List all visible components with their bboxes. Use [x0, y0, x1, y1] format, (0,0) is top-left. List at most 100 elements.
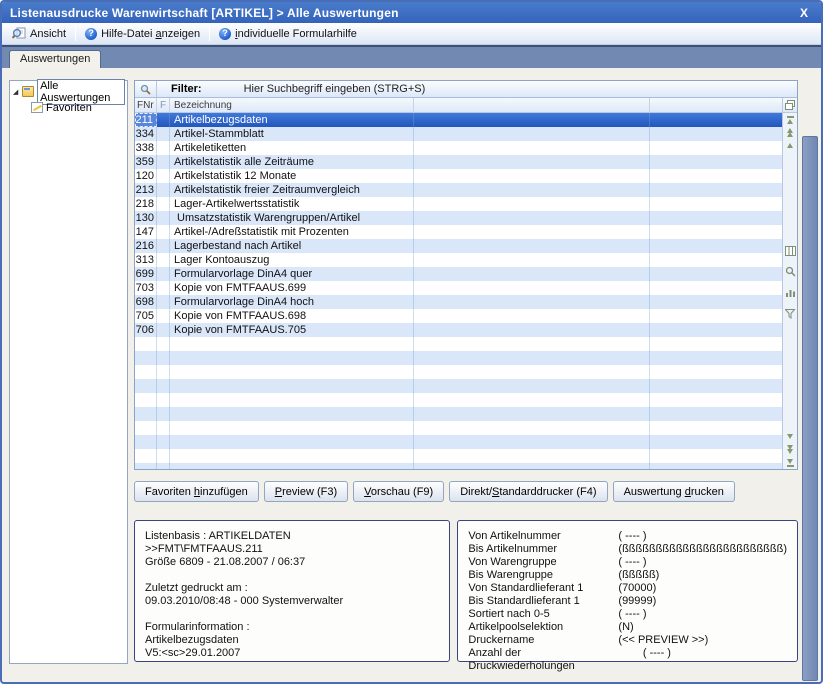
split-columns-button[interactable] [784, 244, 797, 257]
column-header-fnr[interactable]: FNr [135, 98, 157, 112]
folder-icon [22, 86, 34, 97]
view-magnifier-icon [12, 27, 26, 40]
scroll-down-button[interactable] [784, 430, 797, 443]
cell-fnr: 218 [135, 197, 157, 211]
ansicht-button[interactable]: Ansicht [6, 25, 72, 42]
parameter-label: Bis Warengruppe [468, 569, 618, 582]
auswertung-drucken-button[interactable]: Auswertung drucken [613, 481, 735, 502]
zoom-search-button[interactable] [784, 265, 797, 278]
vorschau-f9-button[interactable]: Vorschau (F9) [353, 481, 444, 502]
column-chooser-button[interactable] [783, 98, 797, 113]
cell-bezeichnung: Formularvorlage DinA4 hoch [170, 296, 414, 308]
grid-line [156, 113, 157, 469]
scroll-page-down-button[interactable] [784, 443, 797, 456]
grid-line [413, 113, 414, 469]
tree-item-label: Favoriten [46, 102, 92, 114]
cell-bezeichnung: Artikelstatistik alle Zeiträume [170, 156, 414, 168]
parameter-value: (70000) [618, 582, 787, 595]
cell-fnr: 698 [135, 295, 157, 309]
empty-rows-area [135, 337, 782, 469]
grid-line [649, 113, 650, 469]
parameter-value: ( ---- ) [618, 608, 787, 621]
table-row[interactable]: 334 Artikel-Stammblatt [135, 127, 782, 141]
tab-strip: Auswertungen [2, 47, 821, 68]
table-row[interactable]: 147 Artikel-/Adreßstatistik mit Prozenten [135, 225, 782, 239]
cell-bezeichnung: Kopie von FMTFAAUS.705 [170, 324, 414, 336]
tab-auswertungen[interactable]: Auswertungen [9, 50, 101, 68]
parameter-value: (N) [618, 621, 787, 634]
parameter-label: Sortiert nach 0-5 [468, 608, 618, 621]
cell-fnr: 705 [135, 309, 157, 323]
direkt-standarddrucker-f4-button[interactable]: Direkt/Standarddrucker (F4) [449, 481, 607, 502]
tree-expander-icon[interactable]: ◢ [12, 88, 19, 96]
table-row[interactable]: 216Lagerbestand nach Artikel [135, 239, 782, 253]
toolbar-separator [75, 26, 76, 41]
parameter-label: Von Standardlieferant 1 [468, 582, 618, 595]
statistics-button[interactable] [784, 286, 797, 299]
parameter-value: (ßßßßß) [618, 569, 787, 582]
parameter-label: Bis Artikelnummer [468, 543, 618, 556]
filter-tool-button[interactable] [784, 307, 797, 320]
cell-bezeichnung: Artikelbezugsdaten [170, 114, 414, 126]
parameter-label: Von Warengruppe [468, 556, 618, 569]
cell-fnr: 706 [135, 323, 157, 337]
cell-fnr: 147 [135, 225, 157, 239]
table-row[interactable]: 130 Umsatzstatistik Warengruppen/Artikel [135, 211, 782, 225]
table-row[interactable]: 706 Kopie von FMTFAAUS.705 [135, 323, 782, 337]
cell-fnr: 130 [135, 211, 157, 225]
parameter-value: ( ---- ) [618, 556, 787, 569]
scroll-to-top-button[interactable] [784, 113, 797, 126]
column-header-empty[interactable] [414, 98, 650, 112]
grid-scrollbar [782, 98, 797, 469]
table-row[interactable]: 703Kopie von FMTFAAUS.699 [135, 281, 782, 295]
scroll-page-up-button[interactable] [784, 126, 797, 139]
cell-fnr: 216 [135, 239, 157, 253]
table-row[interactable]: 359 Artikelstatistik alle Zeiträume [135, 155, 782, 169]
title-bar: Listenausdrucke Warenwirtschaft [ARTIKEL… [2, 2, 821, 23]
list-info-panel: Listenbasis : ARTIKELDATEN >>FMT\FMTFAAU… [134, 520, 450, 662]
cell-fnr: 359 [135, 155, 157, 169]
favorites-note-icon [31, 102, 43, 113]
table-row[interactable]: 698 Formularvorlage DinA4 hoch [135, 295, 782, 309]
magnifier-icon [785, 266, 796, 277]
parameter-value: (ßßßßßßßßßßßßßßßßßßßßßßßß) [618, 543, 787, 556]
parameter-label: Bis Standardlieferant 1 [468, 595, 618, 608]
filter-search-iconbox[interactable] [135, 81, 157, 97]
cell-fnr: 699 [135, 267, 157, 281]
table-row[interactable]: 213Artikelstatistik freier Zeitraumvergl… [135, 183, 782, 197]
table-header: FNr F Bezeichnung [135, 98, 782, 113]
parameter-info-panel: Von Artikelnummer( ---- )Bis Artikelnumm… [457, 520, 798, 662]
parameter-label: Artikelpoolselektion [468, 621, 618, 634]
table-row[interactable]: 699 Formularvorlage DinA4 quer [135, 267, 782, 281]
cell-bezeichnung: Artikeletiketten [170, 142, 414, 154]
column-header-bezeichnung[interactable]: Bezeichnung [170, 98, 414, 112]
cell-fnr: 213 [135, 183, 157, 197]
table-row[interactable]: 218 Lager-Artikelwertsstatistik [135, 197, 782, 211]
filter-label: Filter: [171, 83, 202, 95]
cell-fnr: 313 [135, 253, 157, 267]
scroll-to-bottom-button[interactable] [784, 456, 797, 469]
preview-f3-button[interactable]: Preview (F3) [264, 481, 348, 502]
column-header-f[interactable]: F [157, 98, 170, 112]
table-row[interactable]: 313Lager Kontoauszug [135, 253, 782, 267]
right-side-band [802, 136, 818, 681]
table-row[interactable]: 338Artikeletiketten [135, 141, 782, 155]
cell-bezeichnung: Artikel-Stammblatt [170, 128, 414, 140]
favoriten-hinzufuegen-button[interactable]: Favoriten hinzufügen [134, 481, 259, 502]
chart-icon [785, 288, 796, 298]
filter-input[interactable]: Hier Suchbegriff eingeben (STRG+S) [244, 83, 426, 95]
close-button[interactable]: X [797, 6, 811, 20]
parameter-label: Druckername [468, 634, 618, 647]
table-row[interactable]: 211Artikelbezugsdaten [135, 113, 782, 127]
hilfe-datei-button[interactable]: ? Hilfe-Datei anzeigen [79, 26, 206, 42]
tree-item-alle-auswertungen[interactable]: ◢ Alle Auswertungen [12, 84, 125, 99]
table-row[interactable]: 120Artikelstatistik 12 Monate [135, 169, 782, 183]
cell-fnr: 334 [135, 127, 157, 141]
cell-bezeichnung: Formularvorlage DinA4 quer [170, 268, 414, 280]
table-row[interactable]: 705Kopie von FMTFAAUS.698 [135, 309, 782, 323]
formularhilfe-button[interactable]: ? individuelle Formularhilfe [213, 26, 363, 42]
column-header-empty[interactable] [650, 98, 782, 112]
cell-bezeichnung: Lager-Artikelwertsstatistik [170, 198, 414, 210]
cell-bezeichnung: Artikel-/Adreßstatistik mit Prozenten [170, 226, 414, 238]
scroll-up-button[interactable] [784, 139, 797, 152]
